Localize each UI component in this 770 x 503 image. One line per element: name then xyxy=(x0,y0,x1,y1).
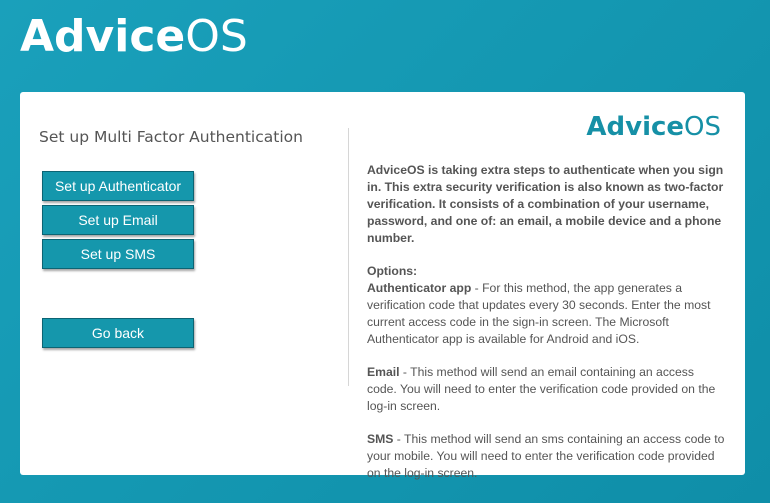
setup-email-button[interactable]: Set up Email xyxy=(42,205,194,235)
option-email: Email - This method will send an email c… xyxy=(367,364,727,415)
setup-sms-button[interactable]: Set up SMS xyxy=(42,239,194,269)
card-logo-bold: Advice xyxy=(586,112,685,142)
vertical-divider xyxy=(348,128,349,386)
setup-authenticator-button[interactable]: Set up Authenticator xyxy=(42,171,194,201)
info-text: AdviceOS is taking extra steps to authen… xyxy=(367,162,727,498)
card-logo: AdviceOS xyxy=(586,112,721,142)
intro-paragraph: AdviceOS is taking extra steps to authen… xyxy=(367,163,724,245)
mfa-actions-panel: Set up Multi Factor Authentication Set u… xyxy=(20,92,348,475)
mfa-info-panel: AdviceOS AdviceOS is taking extra steps … xyxy=(367,92,727,480)
go-back-button[interactable]: Go back xyxy=(42,318,194,348)
option-sms-text: - This method will send an sms containin… xyxy=(367,432,725,480)
mfa-card: Set up Multi Factor Authentication Set u… xyxy=(20,92,745,480)
option-email-label: Email xyxy=(367,365,400,379)
option-sms: SMS - This method will send an sms conta… xyxy=(367,431,727,482)
option-email-text: - This method will send an email contain… xyxy=(367,365,716,413)
card-logo-light: OS xyxy=(684,112,721,142)
brand-logo-bold: Advice xyxy=(20,11,186,62)
options-heading: Options: xyxy=(367,264,418,278)
page-title: Set up Multi Factor Authentication xyxy=(39,128,303,146)
brand-logo: AdviceOS xyxy=(20,9,248,65)
option-sms-label: SMS xyxy=(367,432,394,446)
brand-logo-light: OS xyxy=(185,11,248,62)
option-authenticator: Options: Authenticator app - For this met… xyxy=(367,263,727,348)
option-authenticator-label: Authenticator app xyxy=(367,281,472,295)
